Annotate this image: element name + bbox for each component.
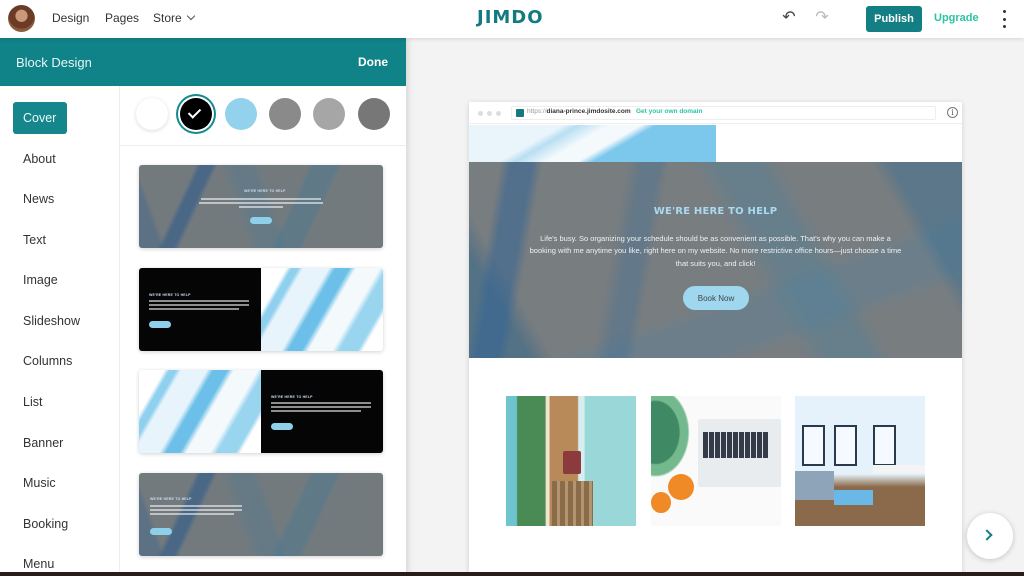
url-bar[interactable]: https://diana-prince.jimdosite.com Get y…	[511, 106, 936, 120]
category-text[interactable]: Text	[23, 233, 46, 247]
category-menu[interactable]: Menu	[23, 557, 54, 571]
nav-pages[interactable]: Pages	[105, 11, 139, 25]
card-text-line	[271, 406, 371, 408]
hero-title: WE'RE HERE TO HELP	[653, 206, 778, 217]
book-now-button[interactable]: Book Now	[683, 286, 749, 310]
color-swatches	[120, 86, 406, 146]
panel-header: Block Design Done	[0, 38, 406, 86]
panel-title: Block Design	[16, 55, 92, 70]
chevron-down-icon	[186, 11, 195, 21]
card-text-line	[271, 402, 371, 404]
card-title: WE'RE HERE TO HELP	[244, 189, 286, 193]
nav-store-label: Store	[153, 11, 182, 25]
photo-office	[795, 396, 925, 526]
card-text-line	[150, 509, 242, 511]
nav-design[interactable]: Design	[52, 11, 89, 25]
hero-body: Life's busy. So organizing your schedule…	[529, 234, 902, 268]
category-columns[interactable]: Columns	[23, 354, 72, 368]
category-music[interactable]: Music	[23, 476, 56, 490]
layout-card-centered[interactable]: WE'RE HERE TO HELP	[139, 165, 383, 248]
category-booking[interactable]: Booking	[23, 517, 68, 531]
swatch-white[interactable]	[136, 98, 168, 130]
category-cover[interactable]: Cover	[13, 102, 67, 134]
layout-card-left-overlay[interactable]: WE'RE HERE TO HELP	[139, 473, 383, 556]
undo-icon[interactable]: ↶	[780, 9, 798, 27]
category-list[interactable]: List	[23, 395, 42, 409]
layout-card-text-right[interactable]: WE'RE HERE TO HELP	[139, 370, 383, 453]
card-text-line	[149, 300, 249, 302]
category-about[interactable]: About	[23, 152, 56, 166]
category-banner[interactable]: Banner	[23, 436, 63, 450]
card-text-line	[150, 505, 242, 507]
layout-card-text-left[interactable]: WE'RE HERE TO HELP	[139, 268, 383, 351]
jimdo-favicon-icon	[516, 109, 524, 117]
card-text-line	[199, 202, 323, 204]
card-title: WE'RE HERE TO HELP	[149, 293, 191, 297]
publish-button[interactable]: Publish	[866, 6, 922, 32]
card-button	[271, 423, 293, 430]
category-list: Cover About News Text Image Slideshow Co…	[0, 86, 120, 576]
card-title: WE'RE HERE TO HELP	[150, 497, 192, 501]
browser-bar: https://diana-prince.jimdosite.com Get y…	[469, 102, 962, 124]
block-design-panel: Block Design Done Cover About News Text …	[0, 38, 406, 576]
redo-icon[interactable]: ↷	[813, 9, 831, 27]
swatch-grey[interactable]	[269, 98, 301, 130]
card-text-line	[149, 308, 239, 310]
swatch-black[interactable]	[180, 98, 212, 130]
more-options-icon[interactable]	[1003, 10, 1007, 28]
card-button	[150, 528, 172, 535]
top-bar: Design Pages Store JIMDO ↶ ↷ Publish Upg…	[0, 0, 1024, 38]
done-button[interactable]: Done	[358, 55, 388, 69]
avatar[interactable]	[8, 5, 35, 32]
category-image[interactable]: Image	[23, 273, 58, 287]
category-slideshow[interactable]: Slideshow	[23, 314, 80, 328]
swatch-dark-grey[interactable]	[358, 98, 390, 130]
photo-laptop	[651, 396, 781, 526]
chevron-right-icon	[981, 529, 993, 541]
next-button[interactable]	[967, 513, 1013, 559]
nav-store[interactable]: Store	[153, 11, 195, 25]
swatch-light-grey[interactable]	[313, 98, 345, 130]
check-icon	[187, 105, 202, 119]
card-text-line	[201, 198, 321, 200]
os-taskbar-edge	[0, 572, 1024, 576]
cover-block[interactable]: WE'RE HERE TO HELP Life's busy. So organ…	[469, 162, 962, 358]
header-image-strip	[469, 125, 716, 163]
card-text-line	[271, 410, 361, 412]
card-title: WE'RE HERE TO HELP	[271, 395, 313, 399]
jimdo-logo[interactable]: JIMDO	[477, 7, 544, 28]
card-button	[149, 321, 171, 328]
card-button	[250, 217, 272, 224]
window-dots	[478, 111, 501, 116]
category-news[interactable]: News	[23, 192, 54, 206]
info-icon[interactable]: i	[947, 107, 958, 118]
upgrade-link[interactable]: Upgrade	[934, 12, 979, 24]
swatch-light-blue[interactable]	[225, 98, 257, 130]
card-text-line	[239, 206, 283, 208]
card-text-line	[149, 304, 249, 306]
card-text-line	[150, 513, 234, 515]
get-own-domain-link[interactable]: Get your own domain	[636, 108, 702, 115]
layout-options: WE'RE HERE TO HELP WE'RE HERE TO HELP WE…	[120, 147, 406, 576]
site-url: https://diana-prince.jimdosite.com	[527, 108, 631, 115]
photo-greenhouse	[506, 396, 636, 526]
site-preview: https://diana-prince.jimdosite.com Get y…	[469, 102, 962, 576]
